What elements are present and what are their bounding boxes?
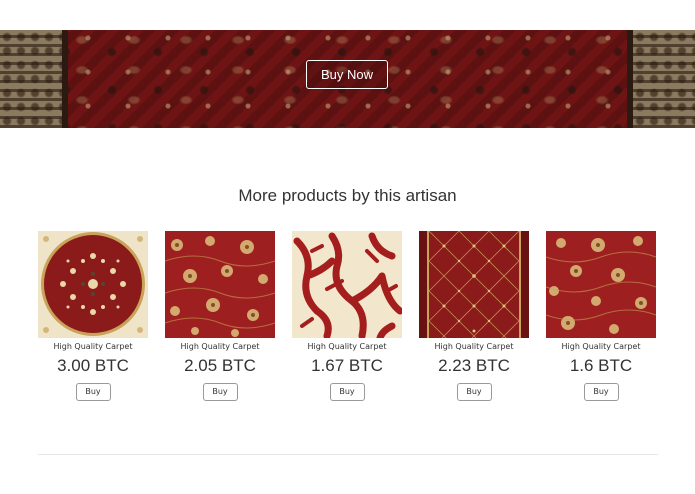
product-price: 1.67 BTC (311, 356, 383, 375)
product-name: High Quality Carpet (561, 342, 641, 351)
buy-button[interactable]: Buy (202, 383, 238, 401)
buy-button[interactable]: Buy (456, 383, 492, 401)
product-card: High Quality Carpet 1.67 BTC Buy (292, 231, 402, 406)
product-card: High Quality Carpet 2.23 BTC Buy (419, 231, 529, 406)
carpet-border-left (0, 30, 68, 128)
buy-now-button[interactable]: Buy Now (306, 60, 388, 89)
product-name: High Quality Carpet (307, 342, 387, 351)
carpet-floral-image[interactable] (165, 231, 275, 338)
product-name: High Quality Carpet (53, 342, 133, 351)
carpet-floral-image[interactable] (546, 231, 656, 338)
product-card: High Quality Carpet 3.00 BTC Buy (38, 231, 148, 406)
product-list: High Quality Carpet 3.00 BTC Buy High Qu… (38, 231, 658, 406)
product-price: 1.6 BTC (569, 356, 633, 375)
section-title: More products by this artisan (238, 186, 457, 205)
divider (38, 454, 658, 455)
carpet-coral-pattern-image[interactable] (292, 231, 402, 338)
product-price: 2.05 BTC (184, 356, 256, 375)
product-card: High Quality Carpet 1.6 BTC Buy (546, 231, 656, 406)
product-name: High Quality Carpet (180, 342, 260, 351)
buy-button[interactable]: Buy (329, 383, 365, 401)
carpet-diamond-lattice-image[interactable] (419, 231, 529, 338)
carpet-round-medallion-image[interactable] (38, 231, 148, 338)
carpet-border-right (627, 30, 695, 128)
product-name: High Quality Carpet (434, 342, 514, 351)
product-price: 3.00 BTC (57, 356, 129, 375)
hero-banner: Buy Now (0, 30, 695, 128)
buy-button[interactable]: Buy (583, 383, 619, 401)
buy-button[interactable]: Buy (75, 383, 111, 401)
product-price: 2.23 BTC (438, 356, 510, 375)
product-card: High Quality Carpet 2.05 BTC Buy (165, 231, 275, 406)
